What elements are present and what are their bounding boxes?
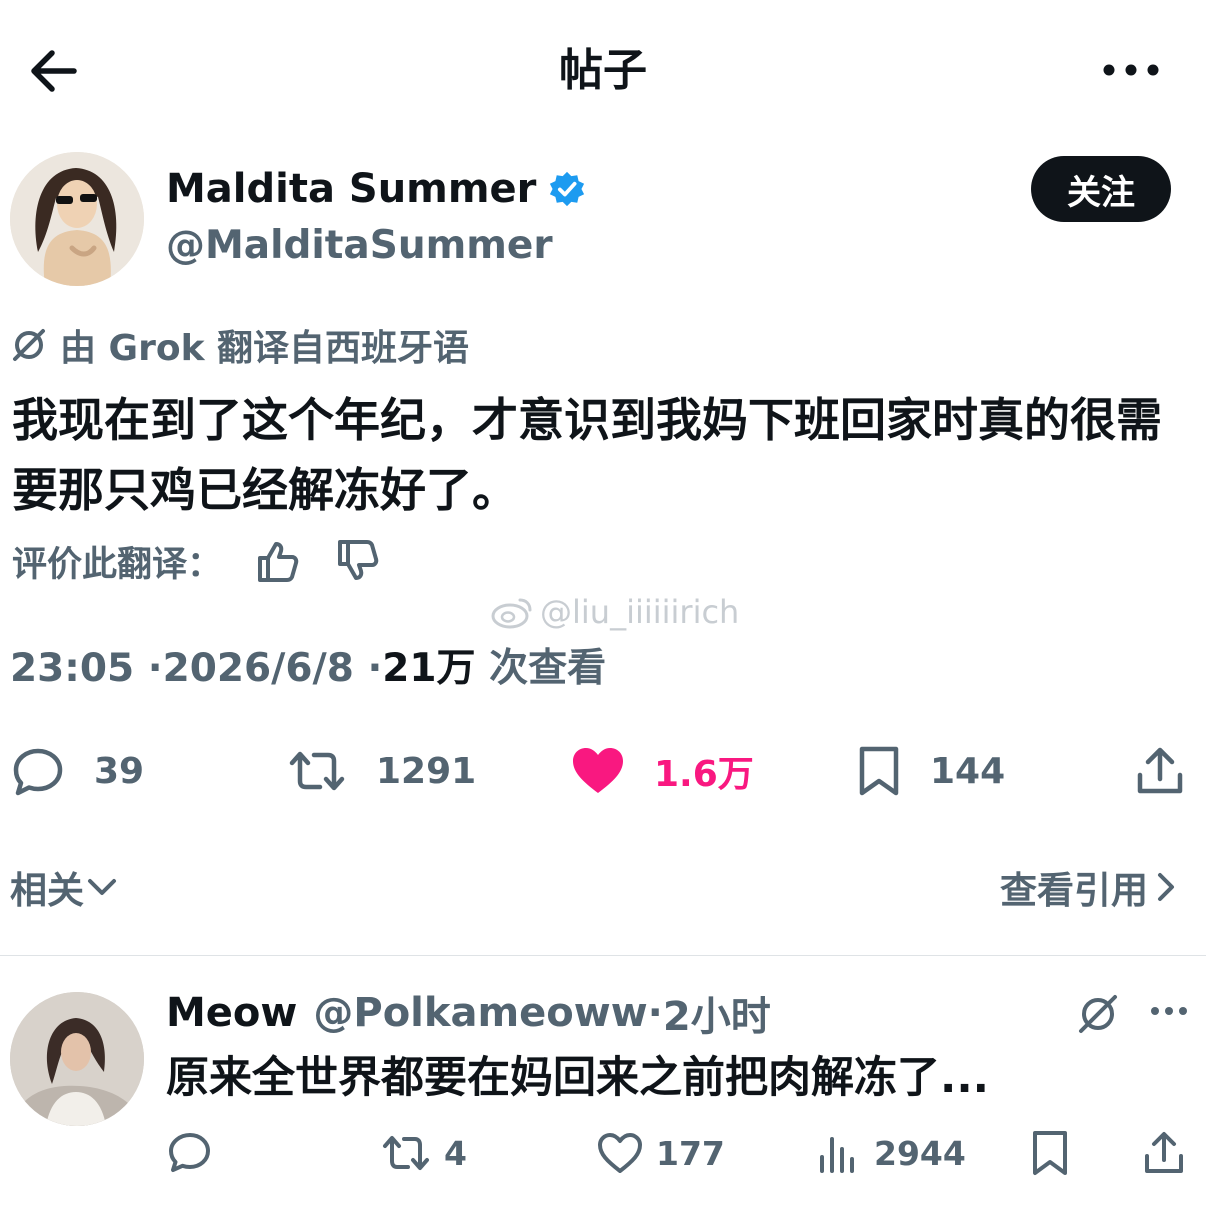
grok-icon	[13, 329, 45, 361]
post-text: 我现在到了这个年纪，才意识到我妈下班回家时真的很需要那只鸡已经解冻好了。	[12, 393, 1162, 517]
like-button[interactable]: 1.6万	[570, 742, 754, 800]
author-name-row: Maldita Summer	[166, 163, 586, 215]
rate-translation-label: 评价此翻译：	[12, 544, 223, 585]
bookmark-icon	[859, 746, 899, 796]
share-icon	[1145, 1132, 1183, 1173]
bookmark-count: 144	[930, 750, 1006, 792]
more-options-button[interactable]	[1096, 50, 1166, 90]
author-avatar[interactable]	[10, 152, 144, 286]
reply-bookmark-button[interactable]	[1030, 1128, 1082, 1178]
reply-header: Meow @Polkameoww · 2小时	[166, 984, 771, 1042]
reply-avatar[interactable]	[10, 992, 144, 1126]
chevron-right-icon	[1158, 873, 1174, 901]
related-label: 相关	[10, 869, 84, 912]
meta-separator: ·	[147, 646, 163, 691]
thumbs-down-icon[interactable]	[332, 536, 382, 586]
post-time: 23:05	[10, 646, 135, 691]
weibo-logo-icon	[491, 598, 532, 629]
reply-share-button[interactable]	[1142, 1128, 1198, 1178]
view-quotes-label: 查看引用	[1000, 869, 1148, 912]
grok-icon[interactable]	[1074, 990, 1122, 1038]
reply-button[interactable]: 39	[10, 742, 144, 800]
meta-separator: ·	[367, 646, 383, 691]
repost-icon	[289, 751, 345, 791]
follow-button[interactable]: 关注	[1031, 156, 1171, 222]
view-quotes-link[interactable]: 查看引用	[1000, 862, 1184, 912]
more-icon[interactable]	[1148, 996, 1190, 1026]
heart-filled-icon	[573, 748, 623, 793]
reply-separator: ·	[647, 990, 663, 1036]
repost-icon	[383, 1136, 429, 1170]
bookmark-icon	[1033, 1131, 1067, 1175]
reply-count: 39	[94, 750, 145, 792]
comment-icon	[13, 748, 63, 796]
repost-count: 1291	[376, 750, 477, 792]
watermark: @liu_iiiiiirich	[490, 592, 739, 632]
bookmark-button[interactable]: 144	[856, 742, 1005, 800]
post-meta: 23:05 ·2026/6/8 ·21万 次查看	[10, 642, 606, 696]
more-icon	[1103, 64, 1159, 76]
page-title: 帖子	[559, 45, 647, 96]
divider	[0, 955, 1206, 956]
analytics-icon	[820, 1137, 854, 1173]
reply-handle[interactable]: @Polkameoww	[313, 990, 647, 1036]
views-count[interactable]: 21万	[382, 646, 475, 691]
comment-icon	[169, 1133, 210, 1172]
grok-translation-note: 由 Grok 翻译自西班牙语	[10, 322, 470, 369]
reply-like-button[interactable]: 177	[596, 1128, 725, 1178]
reply-repost-button[interactable]: 4	[380, 1128, 467, 1178]
share-button[interactable]	[1134, 742, 1206, 800]
reply-like-count: 177	[656, 1133, 725, 1173]
reply-time[interactable]: 2小时	[663, 984, 771, 1042]
heart-outline-icon	[598, 1133, 642, 1173]
reply-views-button[interactable]: 2944	[814, 1128, 966, 1178]
author-name[interactable]: Maldita Summer	[166, 163, 536, 215]
repost-button[interactable]: 1291	[286, 742, 476, 800]
post-date: 2026/6/8	[162, 646, 354, 691]
reply-reply-button[interactable]	[166, 1128, 226, 1178]
verified-badge-icon	[550, 171, 585, 207]
author-handle[interactable]: @MalditaSummer	[166, 220, 553, 272]
reply-name[interactable]: Meow	[166, 990, 297, 1036]
reply-repost-count: 4	[444, 1133, 467, 1173]
watermark-text: @liu_iiiiiirich	[540, 593, 740, 631]
translation-label: 由 Grok 翻译自西班牙语	[60, 328, 470, 369]
related-dropdown[interactable]: 相关	[10, 862, 120, 912]
thumbs-up-icon[interactable]	[252, 536, 302, 586]
rate-translation-row: 评价此翻译：	[12, 536, 382, 586]
reply-views-count: 2944	[874, 1133, 966, 1173]
views-label: 次查看	[489, 646, 607, 691]
like-count: 1.6万	[654, 754, 754, 795]
share-icon	[1137, 747, 1183, 794]
chevron-down-icon	[88, 879, 116, 895]
reply-text: 原来全世界都要在妈回来之前把肉解冻了...	[166, 1053, 990, 1103]
